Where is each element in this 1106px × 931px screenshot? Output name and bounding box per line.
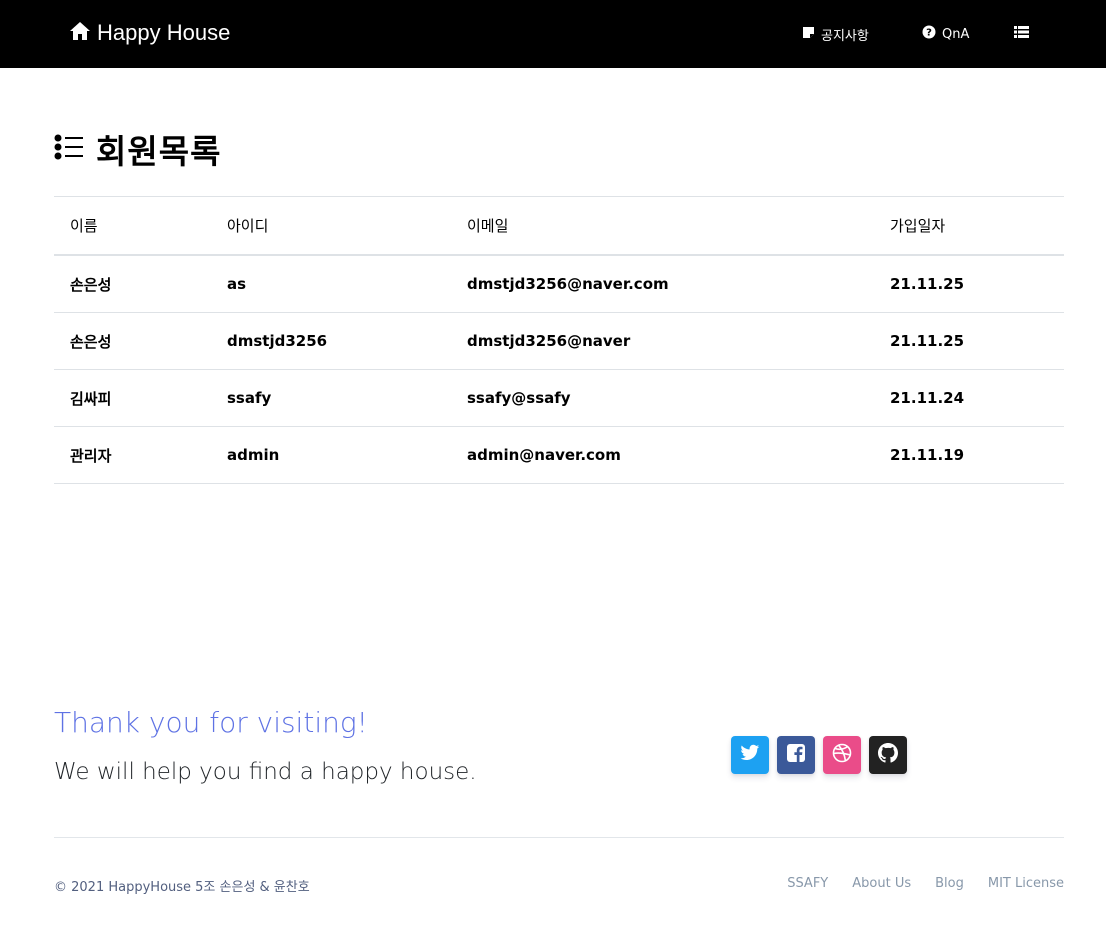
- nav-menu-button[interactable]: [1014, 25, 1029, 43]
- cell-name: 손은성: [70, 275, 112, 294]
- page-title: 회원목록: [54, 127, 221, 171]
- footer-thanks-heading: Thank you for visiting!: [54, 706, 368, 739]
- nav-notice-label: 공지사항: [821, 29, 869, 44]
- cell-email: dmstjd3256@naver.com: [467, 275, 669, 293]
- github-button[interactable]: [869, 736, 907, 774]
- cell-email: dmstjd3256@naver: [467, 332, 631, 350]
- cell-name: 손은성: [70, 332, 112, 351]
- table-row[interactable]: 손은성 dmstjd3256 dmstjd3256@naver 21.11.25: [54, 313, 1064, 370]
- brand-title: Happy House: [97, 20, 231, 45]
- twitter-button[interactable]: [731, 736, 769, 774]
- cell-id: dmstjd3256: [227, 332, 328, 350]
- cell-email: ssafy@ssafy: [467, 389, 571, 407]
- dribbble-button[interactable]: [823, 736, 861, 774]
- twitter-icon: [740, 744, 760, 766]
- column-header-email: 이메일: [467, 217, 509, 235]
- facebook-icon: [786, 743, 806, 767]
- home-icon: [69, 21, 91, 45]
- nav-qna-link[interactable]: ? QnA: [922, 25, 969, 43]
- facebook-button[interactable]: [777, 736, 815, 774]
- sticky-note-icon: [802, 26, 815, 43]
- footer-link-blog[interactable]: Blog: [935, 876, 964, 891]
- list-ul-icon: [54, 132, 84, 166]
- footer-links: SSAFY About Us Blog MIT License: [787, 876, 1064, 891]
- cell-email: admin@naver.com: [467, 446, 621, 464]
- navbar: Happy House 공지사항 ? QnA: [0, 0, 1106, 68]
- nav-notice-link[interactable]: 공지사항: [802, 25, 869, 44]
- footer-link-about-us[interactable]: About Us: [852, 876, 911, 891]
- list-icon: [1014, 25, 1029, 43]
- cell-joined: 21.11.19: [890, 446, 965, 464]
- dribbble-icon: [832, 743, 852, 767]
- cell-id: admin: [227, 446, 280, 464]
- table-header-row: 이름 아이디 이메일 가입일자: [54, 197, 1064, 256]
- member-table: 이름 아이디 이메일 가입일자 손은성 as dmstjd3256@naver.…: [54, 196, 1064, 484]
- github-icon: [878, 743, 898, 767]
- table-row[interactable]: 김싸피 ssafy ssafy@ssafy 21.11.24: [54, 370, 1064, 427]
- cell-name: 관리자: [70, 446, 112, 465]
- footer-link-ssafy[interactable]: SSAFY: [787, 876, 828, 891]
- footer-help-text: We will help you find a happy house.: [54, 759, 477, 785]
- table-row[interactable]: 손은성 as dmstjd3256@naver.com 21.11.25: [54, 256, 1064, 313]
- social-buttons: [731, 736, 907, 774]
- cell-joined: 21.11.24: [890, 389, 965, 407]
- footer-divider: [54, 837, 1064, 838]
- cell-id: as: [227, 275, 247, 293]
- cell-joined: 21.11.25: [890, 275, 965, 293]
- column-header-id: 아이디: [227, 217, 269, 235]
- cell-id: ssafy: [227, 389, 272, 407]
- nav-qna-label: QnA: [942, 26, 970, 42]
- brand-link[interactable]: Happy House: [69, 17, 230, 49]
- page-title-text: 회원목록: [96, 132, 222, 171]
- column-header-joined: 가입일자: [890, 217, 946, 235]
- svg-text:?: ?: [926, 28, 932, 39]
- cell-joined: 21.11.25: [890, 332, 965, 350]
- column-header-name: 이름: [70, 217, 98, 235]
- footer-link-mit-license[interactable]: MIT License: [988, 876, 1064, 891]
- footer-copyright: © 2021 HappyHouse 5조 손은성 & 윤찬호: [54, 880, 310, 895]
- cell-name: 김싸피: [70, 389, 112, 408]
- question-circle-icon: ?: [922, 25, 936, 43]
- table-row[interactable]: 관리자 admin admin@naver.com 21.11.19: [54, 427, 1064, 484]
